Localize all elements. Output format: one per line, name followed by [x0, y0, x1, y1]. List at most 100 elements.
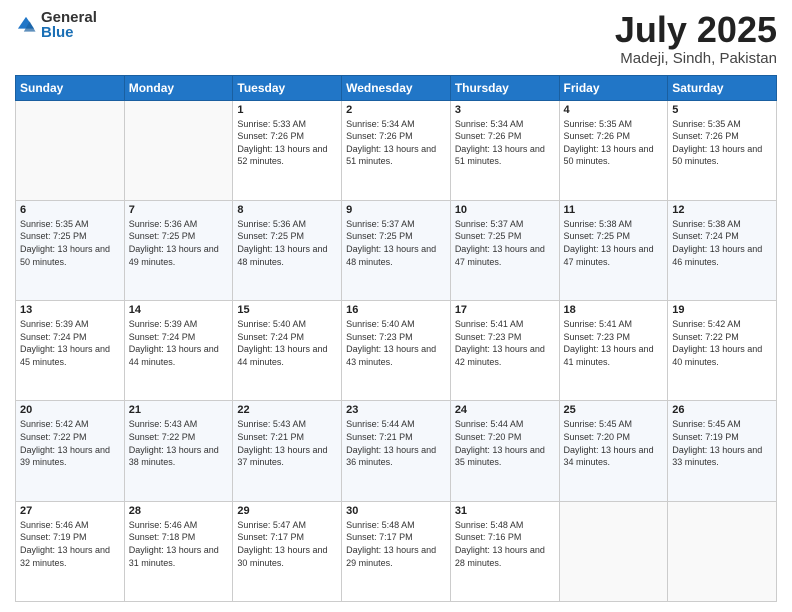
day-number: 4 [564, 104, 664, 116]
table-row: 17 Sunrise: 5:41 AM Sunset: 7:23 PM Dayli… [450, 301, 559, 401]
table-row: 27 Sunrise: 5:46 AM Sunset: 7:19 PM Dayli… [16, 501, 125, 601]
table-row: 25 Sunrise: 5:45 AM Sunset: 7:20 PM Dayli… [559, 401, 668, 501]
day-number: 6 [20, 204, 120, 216]
day-number: 24 [455, 404, 555, 416]
day-number: 8 [237, 204, 337, 216]
day-info: Sunrise: 5:34 AM Sunset: 7:26 PM Dayligh… [455, 118, 555, 168]
day-number: 22 [237, 404, 337, 416]
col-tuesday: Tuesday [233, 75, 342, 100]
day-info: Sunrise: 5:43 AM Sunset: 7:21 PM Dayligh… [237, 418, 337, 468]
table-row: 14Sunrise: 5:39 AM Sunset: 7:24 PM Dayli… [124, 301, 233, 401]
week-row-4: 27 Sunrise: 5:46 AM Sunset: 7:19 PM Dayli… [16, 501, 777, 601]
day-info: Sunrise: 5:42 AM Sunset: 7:22 PM Dayligh… [20, 418, 120, 468]
day-number: 28 [129, 505, 229, 517]
day-info: Sunrise: 5:36 AM Sunset: 7:25 PM Dayligh… [129, 218, 229, 268]
day-info: Sunrise: 5:39 AM Sunset: 7:24 PM Dayligh… [129, 318, 229, 368]
table-row: 20 Sunrise: 5:42 AM Sunset: 7:22 PM Dayli… [16, 401, 125, 501]
table-row: 13Sunrise: 5:39 AM Sunset: 7:24 PM Dayli… [16, 301, 125, 401]
title-location: Madeji, Sindh, Pakistan [615, 50, 777, 67]
day-info: Sunrise: 5:48 AM Sunset: 7:17 PM Dayligh… [346, 519, 446, 569]
day-info: Sunrise: 5:46 AM Sunset: 7:18 PM Dayligh… [129, 519, 229, 569]
title-block: July 2025 Madeji, Sindh, Pakistan [615, 10, 777, 67]
week-row-3: 20 Sunrise: 5:42 AM Sunset: 7:22 PM Dayli… [16, 401, 777, 501]
table-row: 6 Sunrise: 5:35 AM Sunset: 7:25 PM Daylig… [16, 200, 125, 300]
day-info: Sunrise: 5:35 AM Sunset: 7:26 PM Dayligh… [672, 118, 772, 168]
table-row: 24 Sunrise: 5:44 AM Sunset: 7:20 PM Dayli… [450, 401, 559, 501]
day-number: 7 [129, 204, 229, 216]
day-number: 3 [455, 104, 555, 116]
table-row: 31 Sunrise: 5:48 AM Sunset: 7:16 PM Dayli… [450, 501, 559, 601]
col-saturday: Saturday [668, 75, 777, 100]
table-row: 12Sunrise: 5:38 AM Sunset: 7:24 PM Dayli… [668, 200, 777, 300]
day-number: 20 [20, 404, 120, 416]
day-info: Sunrise: 5:45 AM Sunset: 7:20 PM Dayligh… [564, 418, 664, 468]
logo-icon [15, 14, 37, 36]
day-info: Sunrise: 5:41 AM Sunset: 7:23 PM Dayligh… [455, 318, 555, 368]
day-number: 1 [237, 104, 337, 116]
day-number: 23 [346, 404, 446, 416]
table-row: 21Sunrise: 5:43 AM Sunset: 7:22 PM Dayli… [124, 401, 233, 501]
day-number: 10 [455, 204, 555, 216]
day-info: Sunrise: 5:48 AM Sunset: 7:16 PM Dayligh… [455, 519, 555, 569]
day-info: Sunrise: 5:38 AM Sunset: 7:24 PM Dayligh… [672, 218, 772, 268]
table-row: 8 Sunrise: 5:36 AM Sunset: 7:25 PM Daylig… [233, 200, 342, 300]
day-number: 21 [129, 404, 229, 416]
day-info: Sunrise: 5:40 AM Sunset: 7:24 PM Dayligh… [237, 318, 337, 368]
table-row [668, 501, 777, 601]
table-row: 23 Sunrise: 5:44 AM Sunset: 7:21 PM Dayli… [342, 401, 451, 501]
day-number: 16 [346, 304, 446, 316]
day-info: Sunrise: 5:37 AM Sunset: 7:25 PM Dayligh… [346, 218, 446, 268]
day-number: 18 [564, 304, 664, 316]
table-row [124, 100, 233, 200]
col-monday: Monday [124, 75, 233, 100]
week-row-1: 6 Sunrise: 5:35 AM Sunset: 7:25 PM Daylig… [16, 200, 777, 300]
day-number: 30 [346, 505, 446, 517]
logo-blue: Blue [41, 25, 97, 40]
table-row: 29Sunrise: 5:47 AM Sunset: 7:17 PM Dayli… [233, 501, 342, 601]
col-thursday: Thursday [450, 75, 559, 100]
day-number: 17 [455, 304, 555, 316]
day-number: 9 [346, 204, 446, 216]
col-friday: Friday [559, 75, 668, 100]
week-row-0: 1Sunrise: 5:33 AM Sunset: 7:26 PM Daylig… [16, 100, 777, 200]
table-row: 22 Sunrise: 5:43 AM Sunset: 7:21 PM Dayli… [233, 401, 342, 501]
day-info: Sunrise: 5:34 AM Sunset: 7:26 PM Dayligh… [346, 118, 446, 168]
logo: General Blue [15, 10, 97, 40]
table-row [16, 100, 125, 200]
header: General Blue July 2025 Madeji, Sindh, Pa… [15, 10, 777, 67]
day-number: 11 [564, 204, 664, 216]
table-row: 16 Sunrise: 5:40 AM Sunset: 7:23 PM Dayli… [342, 301, 451, 401]
col-sunday: Sunday [16, 75, 125, 100]
header-row: Sunday Monday Tuesday Wednesday Thursday… [16, 75, 777, 100]
day-info: Sunrise: 5:38 AM Sunset: 7:25 PM Dayligh… [564, 218, 664, 268]
day-number: 13 [20, 304, 120, 316]
logo-general: General [41, 10, 97, 25]
day-number: 25 [564, 404, 664, 416]
day-info: Sunrise: 5:36 AM Sunset: 7:25 PM Dayligh… [237, 218, 337, 268]
day-info: Sunrise: 5:42 AM Sunset: 7:22 PM Dayligh… [672, 318, 772, 368]
title-month: July 2025 [615, 10, 777, 50]
day-number: 15 [237, 304, 337, 316]
day-info: Sunrise: 5:47 AM Sunset: 7:17 PM Dayligh… [237, 519, 337, 569]
day-info: Sunrise: 5:40 AM Sunset: 7:23 PM Dayligh… [346, 318, 446, 368]
day-info: Sunrise: 5:35 AM Sunset: 7:26 PM Dayligh… [564, 118, 664, 168]
table-row: 1Sunrise: 5:33 AM Sunset: 7:26 PM Daylig… [233, 100, 342, 200]
table-row: 18 Sunrise: 5:41 AM Sunset: 7:23 PM Dayli… [559, 301, 668, 401]
day-info: Sunrise: 5:46 AM Sunset: 7:19 PM Dayligh… [20, 519, 120, 569]
day-number: 31 [455, 505, 555, 517]
day-info: Sunrise: 5:44 AM Sunset: 7:21 PM Dayligh… [346, 418, 446, 468]
table-row: 28 Sunrise: 5:46 AM Sunset: 7:18 PM Dayli… [124, 501, 233, 601]
table-row: 3 Sunrise: 5:34 AM Sunset: 7:26 PM Daylig… [450, 100, 559, 200]
day-number: 26 [672, 404, 772, 416]
day-info: Sunrise: 5:35 AM Sunset: 7:25 PM Dayligh… [20, 218, 120, 268]
day-number: 27 [20, 505, 120, 517]
table-row: 2Sunrise: 5:34 AM Sunset: 7:26 PM Daylig… [342, 100, 451, 200]
day-info: Sunrise: 5:44 AM Sunset: 7:20 PM Dayligh… [455, 418, 555, 468]
table-row: 11 Sunrise: 5:38 AM Sunset: 7:25 PM Dayli… [559, 200, 668, 300]
day-info: Sunrise: 5:41 AM Sunset: 7:23 PM Dayligh… [564, 318, 664, 368]
table-row: 10Sunrise: 5:37 AM Sunset: 7:25 PM Dayli… [450, 200, 559, 300]
table-row: 9 Sunrise: 5:37 AM Sunset: 7:25 PM Daylig… [342, 200, 451, 300]
calendar-table: Sunday Monday Tuesday Wednesday Thursday… [15, 75, 777, 602]
table-row: 7 Sunrise: 5:36 AM Sunset: 7:25 PM Daylig… [124, 200, 233, 300]
week-row-2: 13 Sunrise: 5:39 AM Sunset: 7:24 PM Dayli… [16, 301, 777, 401]
